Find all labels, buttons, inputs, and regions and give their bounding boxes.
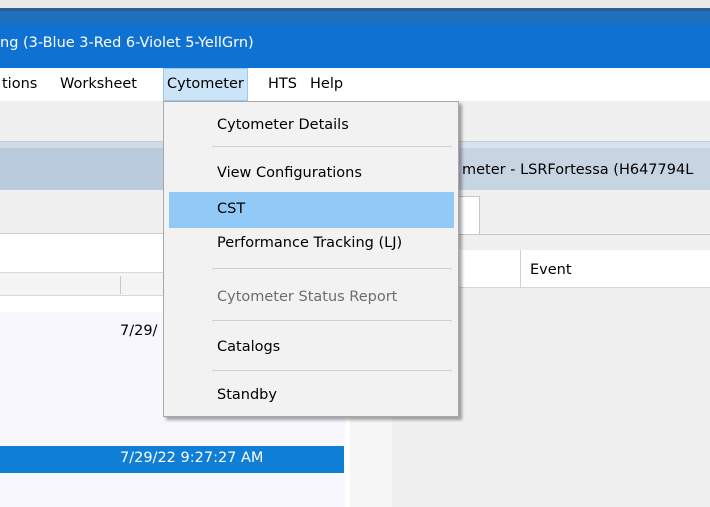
menu-options[interactable]: tions — [0, 68, 39, 101]
menu-item-cytometer-details[interactable]: Cytometer Details — [169, 108, 454, 144]
menu-item-cst[interactable]: CST — [169, 192, 454, 228]
menu-separator — [212, 320, 452, 321]
menu-item-label: View Configurations — [217, 165, 362, 181]
menu-cytometer[interactable]: Cytometer — [163, 68, 248, 101]
splitter-bottom-area — [350, 413, 396, 507]
menu-item-label: Performance Tracking (LJ) — [217, 235, 403, 251]
menu-item-standby[interactable]: Standby — [169, 378, 454, 414]
menu-separator — [212, 268, 452, 269]
list-item-selected[interactable]: 7/29/22 9:27:27 AM — [0, 446, 344, 473]
menu-bar: tions Worksheet Cytometer HTS Help — [0, 68, 710, 101]
title-bar: ng (3-Blue 3-Red 6-Violet 5-YellGrn) — [0, 24, 710, 68]
menu-separator — [212, 370, 452, 371]
window-frame-top — [0, 0, 710, 26]
menu-help[interactable]: Help — [306, 68, 347, 101]
menu-worksheet[interactable]: Worksheet — [56, 68, 141, 101]
menu-item-performance-tracking[interactable]: Performance Tracking (LJ) — [169, 226, 454, 262]
menu-item-view-configurations[interactable]: View Configurations — [169, 156, 454, 192]
window-title: ng (3-Blue 3-Red 6-Violet 5-YellGrn) — [0, 35, 254, 51]
menu-item-label: Catalogs — [217, 339, 281, 355]
menu-separator — [212, 146, 452, 147]
column-header-event[interactable]: Event — [530, 262, 572, 278]
list-item-date[interactable]: 7/29/ — [120, 323, 157, 339]
menu-item-label: Standby — [217, 387, 277, 403]
menu-item-catalogs[interactable]: Catalogs — [169, 330, 454, 366]
menu-item-cytometer-status-report[interactable]: Cytometer Status Report — [169, 280, 454, 316]
menu-item-label: CST — [217, 201, 246, 217]
menu-item-label: Cytometer Status Report — [217, 289, 398, 305]
grid-column-divider[interactable] — [520, 250, 521, 288]
menu-item-label: Cytometer Details — [217, 117, 349, 133]
list-item-date: 7/29/22 9:27:27 AM — [120, 450, 264, 466]
column-divider[interactable] — [120, 276, 121, 294]
right-panel-title: meter - LSRFortessa (H647794L — [462, 162, 694, 178]
cytometer-dropdown-menu: Cytometer Details View Configurations CS… — [163, 101, 459, 417]
menu-hts[interactable]: HTS — [264, 68, 301, 101]
